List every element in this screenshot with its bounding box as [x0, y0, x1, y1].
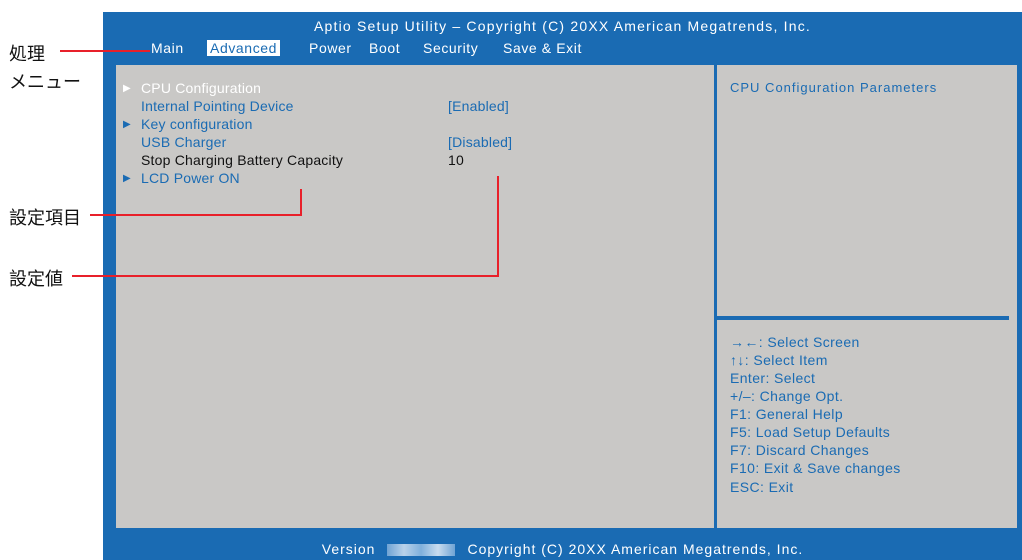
version-footer: Version Copyright (C) 20XX American Megat… — [103, 541, 1022, 557]
menu-power[interactable]: Power — [309, 40, 352, 56]
annotation-setting-item: 設定項目 — [9, 208, 81, 228]
setting-row-internal-pointing-device[interactable]: Internal Pointing Device [Enabled] — [123, 98, 683, 115]
settings-panel: ▶ CPU Configuration Internal Pointing De… — [113, 62, 1020, 531]
panel-divider — [714, 65, 717, 528]
setting-label: LCD Power ON — [141, 170, 240, 186]
annotation-menu-line2: メニュー — [9, 72, 81, 92]
key-help-select-screen: →←: Select Screen — [730, 334, 860, 350]
key-help-change-opt: +/–: Change Opt. — [730, 388, 844, 404]
menu-bar: Main Advanced Power Boot Security Save &… — [103, 39, 1022, 59]
setting-label: Stop Charging Battery Capacity — [141, 152, 344, 168]
setting-row-lcd-power-on[interactable]: ▶ LCD Power ON — [123, 170, 683, 187]
key-help-f1: F1: General Help — [730, 406, 844, 422]
callout-line-item-v — [300, 189, 302, 216]
setting-value[interactable]: [Disabled] — [448, 134, 512, 150]
callout-line-menu — [60, 50, 150, 52]
menu-save-exit[interactable]: Save & Exit — [503, 40, 582, 56]
key-help-f5: F5: Load Setup Defaults — [730, 424, 891, 440]
help-separator — [717, 316, 1009, 320]
utility-title: Aptio Setup Utility – Copyright (C) 20XX… — [313, 18, 812, 34]
menu-advanced[interactable]: Advanced — [207, 40, 281, 56]
submenu-arrow-icon: ▶ — [123, 173, 131, 184]
setting-label: Key configuration — [141, 116, 253, 132]
key-help-f7: F7: Discard Changes — [730, 442, 870, 458]
key-help-select-item: ↑↓: Select Item — [730, 352, 828, 368]
scroll-indicator — [226, 528, 556, 530]
menu-security[interactable]: Security — [423, 40, 478, 56]
setting-label: CPU Configuration — [141, 80, 262, 96]
annotation-menu-line1: 処理 — [9, 44, 45, 64]
callout-line-value-h — [72, 275, 499, 277]
key-help-f10: F10: Exit & Save changes — [730, 460, 901, 476]
redacted-version — [387, 544, 456, 557]
setting-row-cpu-configuration[interactable]: ▶ CPU Configuration — [123, 80, 683, 97]
setting-value[interactable]: [Enabled] — [448, 98, 509, 114]
menu-main[interactable]: Main — [151, 40, 184, 56]
help-title: CPU Configuration Parameters — [730, 80, 938, 95]
copyright-text: Copyright (C) 20XX American Megatrends, … — [467, 541, 804, 557]
setting-label: Internal Pointing Device — [141, 98, 294, 114]
setting-value: 10 — [448, 152, 464, 168]
version-label: Version — [321, 541, 376, 557]
setting-row-key-configuration[interactable]: ▶ Key configuration — [123, 116, 683, 133]
submenu-arrow-icon: ▶ — [123, 119, 131, 130]
setting-row-usb-charger[interactable]: USB Charger [Disabled] — [123, 134, 683, 151]
setting-row-stop-charging-battery-capacity: Stop Charging Battery Capacity 10 — [123, 152, 683, 169]
key-help-esc: ESC: Exit — [730, 479, 794, 495]
submenu-arrow-icon: ▶ — [123, 83, 131, 94]
key-help-enter: Enter: Select — [730, 370, 816, 386]
callout-line-value-v — [497, 176, 499, 277]
setting-label: USB Charger — [141, 134, 227, 150]
callout-line-item-h — [90, 214, 302, 216]
bios-screen: Aptio Setup Utility – Copyright (C) 20XX… — [103, 12, 1022, 560]
menu-boot[interactable]: Boot — [369, 40, 400, 56]
annotation-setting-value: 設定値 — [9, 269, 63, 289]
